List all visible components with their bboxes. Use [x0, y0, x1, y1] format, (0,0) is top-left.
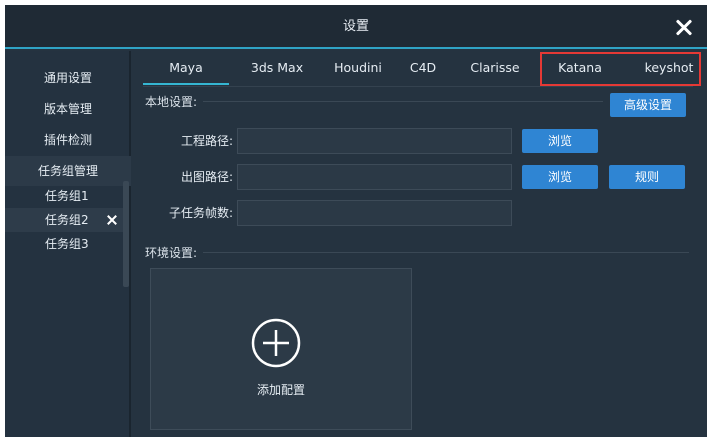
browse-output-button[interactable]: 浏览 — [522, 165, 598, 189]
subtask-frames-label: 子任务帧数: — [168, 206, 233, 220]
output-path-input[interactable] — [237, 164, 512, 190]
task-group-item-2[interactable]: 任务组2 — [5, 208, 123, 232]
local-settings-title: 本地设置: — [145, 95, 198, 109]
sidebar-item-task-groups[interactable]: 任务组管理 — [5, 156, 131, 186]
add-config-label: 添加配置 — [256, 383, 305, 397]
rule-button[interactable]: 规则 — [609, 165, 685, 189]
tab-clarisse[interactable]: Clarisse — [461, 51, 529, 85]
software-tabs: Maya 3ds Max Houdini C4D Clarisse Katana… — [143, 51, 703, 87]
tabs-divider — [143, 86, 693, 87]
browse-project-button[interactable]: 浏览 — [522, 129, 598, 153]
close-icon[interactable] — [106, 214, 118, 226]
task-group-item-3[interactable]: 任务组3 — [5, 232, 123, 256]
title-bar: 设置 — [5, 5, 707, 49]
sidebar-item-general[interactable]: 通用设置 — [5, 63, 131, 93]
project-path-label: 工程路径: — [180, 134, 233, 148]
add-config-card[interactable]: 添加配置 — [150, 268, 412, 430]
section-divider — [203, 252, 689, 253]
tab-maya[interactable]: Maya — [143, 51, 229, 85]
tab-houdini[interactable]: Houdini — [323, 51, 393, 85]
tab-c4d[interactable]: C4D — [401, 51, 445, 85]
project-path-input[interactable] — [237, 128, 512, 154]
output-path-label: 出图路径: — [180, 170, 233, 184]
tab-katana[interactable]: Katana — [547, 51, 613, 85]
sidebar-item-plugin-check[interactable]: 插件检测 — [5, 125, 131, 155]
close-icon[interactable] — [673, 17, 695, 39]
sidebar-item-version[interactable]: 版本管理 — [5, 94, 131, 124]
tab-keyshot[interactable]: keyshot — [637, 51, 701, 85]
section-divider — [203, 101, 603, 102]
window-title: 设置 — [342, 19, 369, 34]
task-group-label: 任务组2 — [45, 213, 89, 227]
sidebar-scrollbar[interactable] — [123, 181, 129, 287]
tab-3ds-max[interactable]: 3ds Max — [239, 51, 315, 85]
task-group-item-1[interactable]: 任务组1 — [5, 184, 123, 208]
subtask-frames-input[interactable] — [237, 200, 512, 226]
advanced-settings-button[interactable]: 高级设置 — [610, 93, 686, 117]
env-settings-title: 环境设置: — [145, 246, 198, 260]
settings-window: 设置 通用设置 版本管理 插件检测 任务组管理 任务组1 任务组2 任务组3 M… — [5, 5, 707, 437]
plus-circle-icon — [251, 318, 301, 368]
sidebar: 通用设置 版本管理 插件检测 任务组管理 任务组1 任务组2 任务组3 — [5, 51, 131, 437]
